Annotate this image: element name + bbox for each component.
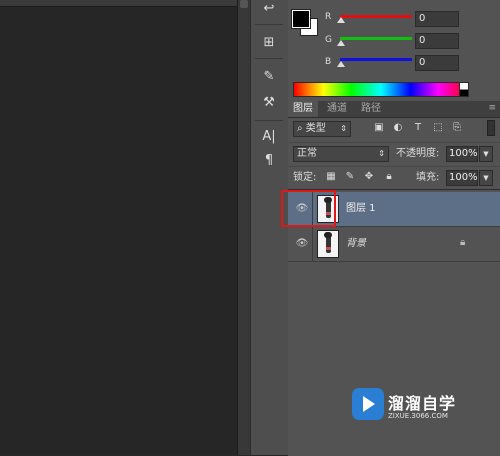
- pixel-filter-icon[interactable]: ▣: [373, 122, 385, 134]
- green-slider-track[interactable]: [340, 37, 412, 40]
- layer-filter-row: ⌕ 类型 ⇕ ▣ ◐ T ⬚ ⎘: [288, 118, 500, 140]
- lock-position-icon[interactable]: ✥: [363, 170, 375, 184]
- layer-row-background[interactable]: 👁︎ 背景 🔒︎: [288, 227, 500, 262]
- fill-input[interactable]: 100%: [446, 170, 478, 186]
- lock-transparency-icon[interactable]: ▦: [325, 170, 337, 184]
- character-panel-icon[interactable]: A|: [259, 128, 279, 146]
- blue-slider-handle[interactable]: [337, 61, 345, 67]
- document-canvas[interactable]: [0, 0, 237, 455]
- layer-name[interactable]: 图层 1: [346, 202, 376, 216]
- fill-label: 填充:: [416, 172, 440, 183]
- lock-row: 锁定: ▦ ✎ ✥ 🔒︎ 填充: 100% ▼: [288, 166, 500, 189]
- tool-presets-icon[interactable]: ⚒: [259, 94, 279, 112]
- blend-row: 正常 ⇕ 不透明度: 100% ▼: [288, 142, 500, 165]
- blend-mode-select[interactable]: 正常 ⇕: [293, 146, 389, 162]
- layer-thumbnail: [317, 230, 339, 258]
- top-ruler: [0, 0, 237, 7]
- blue-value-input[interactable]: 0: [415, 55, 459, 71]
- divider: [312, 227, 313, 261]
- watermark-title: 溜溜自学: [388, 394, 457, 413]
- lock-icon: 🔒︎: [460, 237, 466, 248]
- paragraph-panel-icon[interactable]: ¶: [259, 152, 279, 170]
- color-spectrum-bar[interactable]: [293, 82, 469, 97]
- filter-toggle[interactable]: [487, 120, 495, 136]
- blend-mode-value: 正常: [297, 148, 317, 159]
- filter-kind-label: 类型: [305, 123, 326, 134]
- blue-channel-label: B: [325, 57, 332, 67]
- smart-object-filter-icon[interactable]: ⎘: [451, 122, 463, 134]
- tab-channels[interactable]: 通道: [322, 101, 352, 117]
- tab-paths[interactable]: 路径: [356, 101, 386, 117]
- properties-icon[interactable]: ⊞: [259, 34, 279, 52]
- vertical-scrollbar[interactable]: [237, 0, 251, 455]
- lock-pixels-icon[interactable]: ✎: [344, 170, 356, 184]
- adjustment-filter-icon[interactable]: ◐: [392, 122, 404, 134]
- layer-name[interactable]: 背景: [346, 237, 366, 251]
- green-value-input[interactable]: 0: [415, 33, 459, 49]
- opacity-dropdown-button[interactable]: ▼: [479, 146, 493, 162]
- chevron-down-icon: ⇕: [340, 124, 347, 133]
- watermark-url: ZIXUE.3066.COM: [388, 412, 448, 420]
- red-slider-handle[interactable]: [337, 17, 345, 23]
- black-white-picker[interactable]: [459, 82, 469, 97]
- layers-tabbar: 图层 通道 路径 ≡: [288, 101, 500, 118]
- play-icon: [363, 396, 375, 412]
- brush-presets-icon[interactable]: ✎: [259, 68, 279, 86]
- eye-icon[interactable]: 👁︎: [294, 236, 310, 252]
- opacity-input[interactable]: 100%: [446, 146, 478, 162]
- divider: [255, 58, 283, 59]
- chevron-down-icon: ⇕: [378, 149, 385, 158]
- highlight-box: [281, 190, 336, 227]
- opacity-label: 不透明度:: [396, 148, 440, 159]
- shape-filter-icon[interactable]: ⬚: [432, 122, 444, 134]
- type-filter-icon[interactable]: T: [412, 122, 424, 134]
- fill-dropdown-button[interactable]: ▼: [479, 170, 493, 186]
- scrollbar-thumb[interactable]: [240, 0, 248, 8]
- red-channel-label: R: [325, 12, 332, 22]
- watermark-logo: [352, 388, 384, 420]
- foreground-color-swatch[interactable]: [291, 9, 311, 29]
- tab-layers[interactable]: 图层: [288, 101, 318, 117]
- red-slider-track[interactable]: [340, 15, 412, 18]
- watermark: 溜溜自学 ZIXUE.3066.COM: [352, 380, 470, 440]
- green-slider-handle[interactable]: [337, 40, 345, 46]
- figure-image: [324, 232, 332, 253]
- green-channel-label: G: [325, 35, 332, 45]
- panel-icon-strip: ↩ ⊞ ✎ ⚒ A| ¶: [250, 0, 289, 455]
- filter-kind-select[interactable]: ⌕ 类型 ⇕: [293, 121, 351, 137]
- blue-slider-track[interactable]: [340, 58, 412, 61]
- divider: [255, 24, 283, 25]
- history-icon[interactable]: ↩: [259, 0, 279, 18]
- divider: [255, 120, 283, 121]
- lock-all-icon[interactable]: 🔒︎: [383, 170, 395, 184]
- search-icon: ⌕: [297, 123, 303, 134]
- lock-label: 锁定:: [293, 172, 317, 183]
- red-value-input[interactable]: 0: [415, 11, 459, 27]
- panel-menu-icon[interactable]: ≡: [488, 103, 496, 113]
